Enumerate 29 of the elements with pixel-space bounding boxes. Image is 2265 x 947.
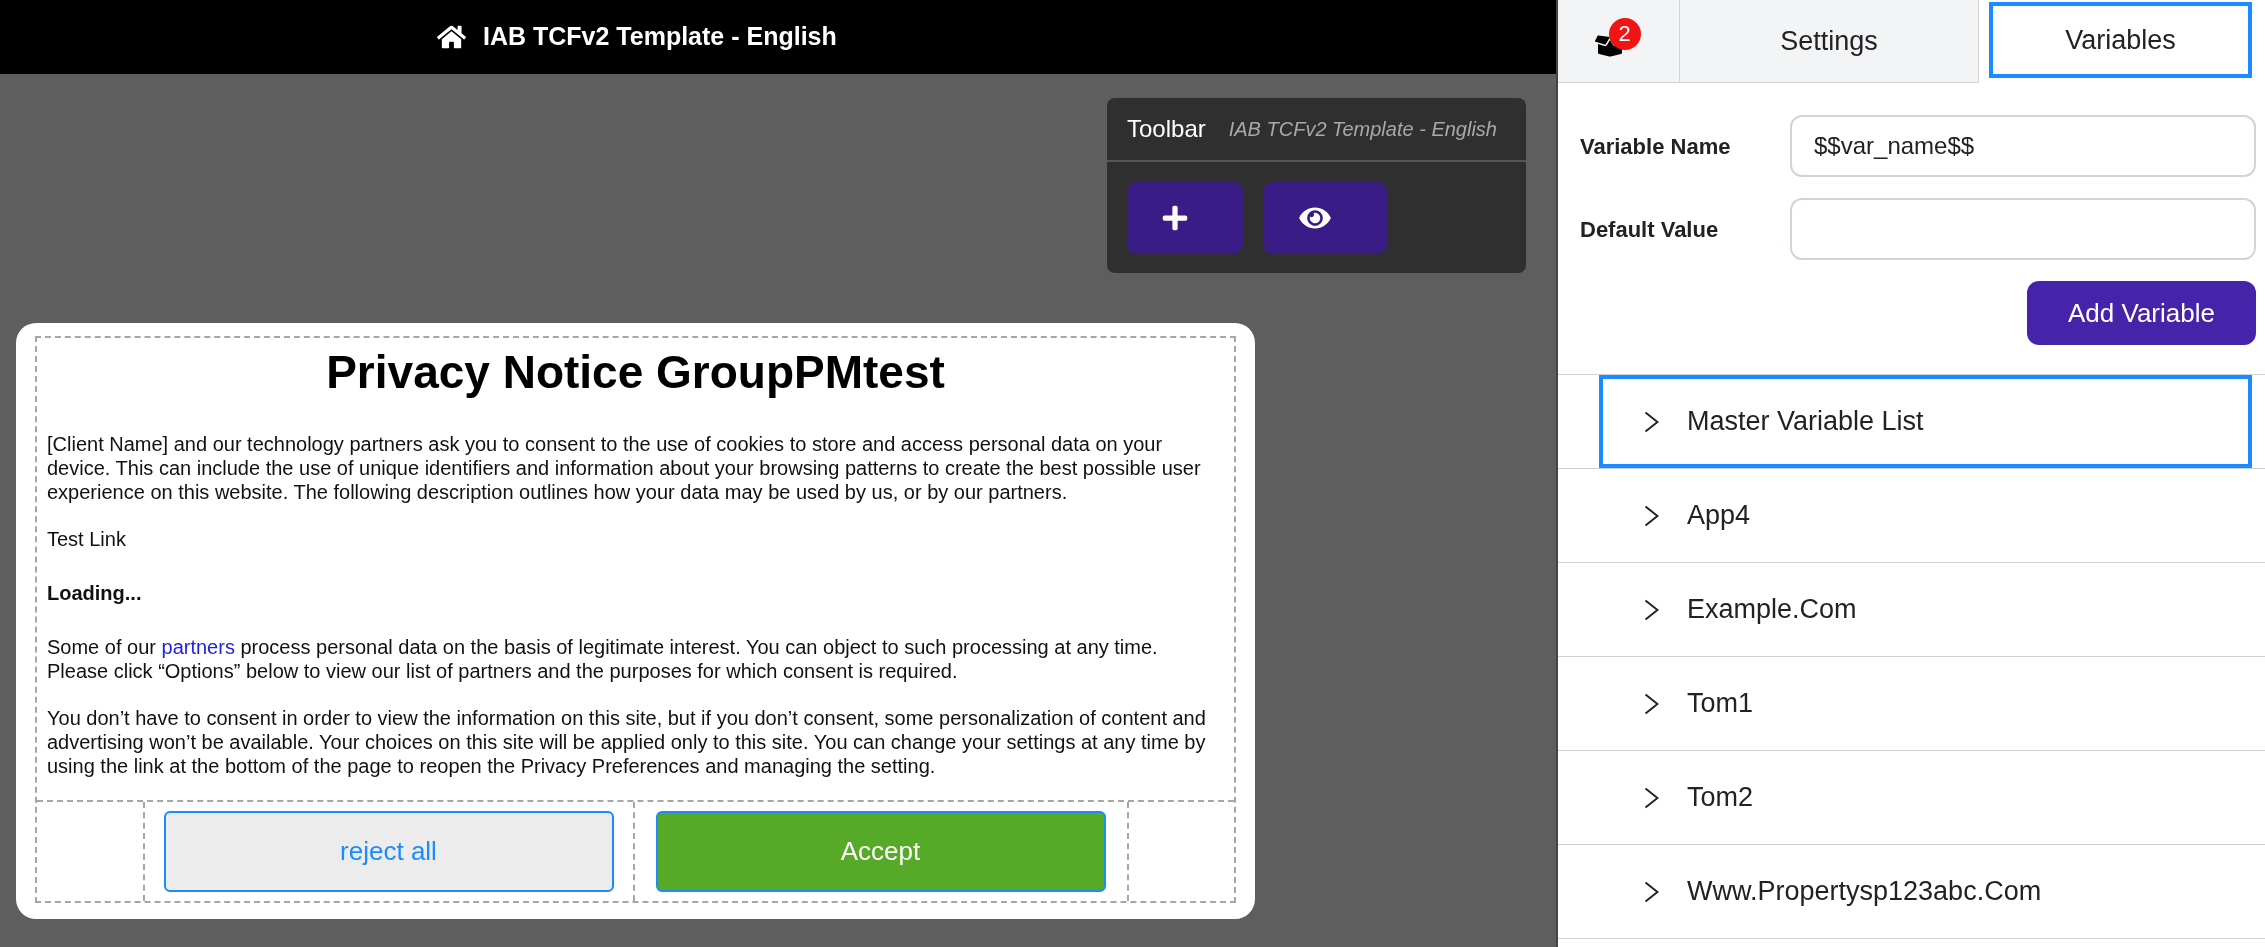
loading-text: Loading... xyxy=(47,581,143,606)
notice-text: Test Link xyxy=(47,527,127,551)
toolbar-subtitle: IAB TCFv2 Template - English xyxy=(1228,117,1497,142)
notice-text: You don’t have to consent in order to view the information on this site, but if you don’t consent, some personalization of content and advertising won’t be available. Your choices on this site will be applied only to this site. You can change your settings at any time by using the link at the bottom of the page to reopen the Privacy Preferences and managing the setting. xyxy=(47,706,1207,778)
field-label: Default Value xyxy=(1580,215,1720,244)
list-item[interactable]: Master Variable List xyxy=(1599,375,2252,468)
notice-paragraph: Some of our partners process personal data on the basis of legitimate interest. You can object to such processing at any time. Please click “Options” below to view our list of partners and the purposes for which consent is required. xyxy=(47,635,1159,683)
add-button[interactable] xyxy=(1127,182,1243,254)
text-input[interactable]: $$var_name$$ xyxy=(1790,115,2256,177)
home-icon[interactable] xyxy=(437,24,466,50)
notice-text: [Client Name] and our technology partners ask you to consent to the use of cookies to store and access personal data on your device. This can include the use of unique identifiers and information about your browsing patterns to create the best possible user experience on this website. The following description outlines how your data may be used by us, or by our partners. xyxy=(47,432,1202,504)
field-label: Variable Name xyxy=(1580,132,1732,161)
notice-title: Privacy Notice GroupPMtest xyxy=(325,345,946,400)
add-variable-button[interactable]: Add Variable xyxy=(2027,281,2256,345)
tab[interactable]: 2 xyxy=(1558,0,1680,83)
text-input[interactable] xyxy=(1790,198,2256,260)
list-item[interactable]: App4 xyxy=(1599,469,2252,562)
inline-link[interactable]: partners xyxy=(161,636,235,658)
list-item[interactable]: Tom2 xyxy=(1599,751,2252,844)
list-item[interactable]: Tom1 xyxy=(1599,657,2252,750)
list-item[interactable]: Www.Propertysp123abc.Com xyxy=(1599,845,2252,938)
plus-icon xyxy=(1161,204,1189,232)
toolbar-title: Toolbar xyxy=(1127,114,1206,144)
tab[interactable]: Settings xyxy=(1680,0,1979,83)
notification-badge: 2 xyxy=(1608,18,1641,50)
header-title: IAB TCFv2 Template - English xyxy=(483,21,837,53)
tab[interactable]: Variables xyxy=(1989,2,2252,78)
preview-button[interactable] xyxy=(1263,182,1387,254)
list-item[interactable]: Example.Com xyxy=(1599,563,2252,656)
